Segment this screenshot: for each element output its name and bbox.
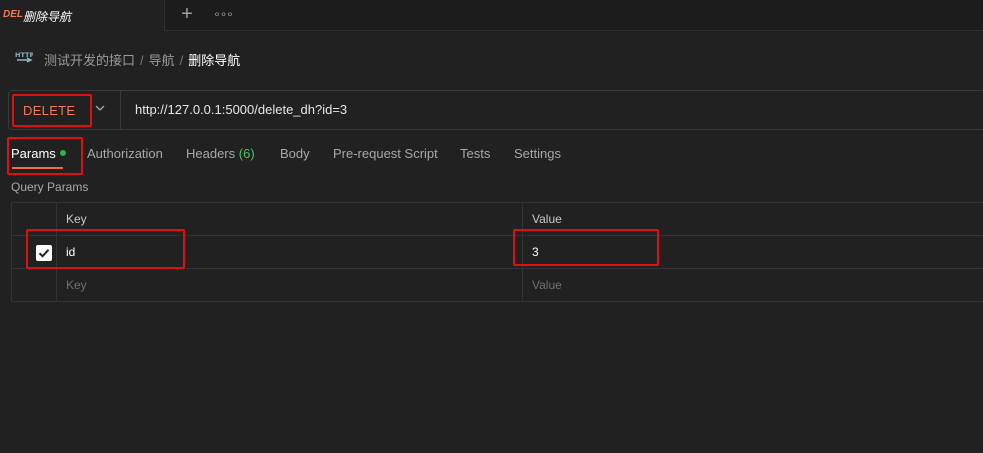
tab-title: 删除导航 xyxy=(23,10,72,24)
tab-tests[interactable]: Tests xyxy=(460,146,490,161)
tab-headers-label: Headers xyxy=(186,146,236,161)
request-tab-bar: DEL 删除导航 + ∘∘∘ xyxy=(0,0,983,31)
breadcrumb-collection[interactable]: 测试开发的接口 xyxy=(44,53,135,68)
tab-params[interactable]: Params xyxy=(11,146,66,161)
value-column-header: Value xyxy=(532,212,562,226)
svg-text:HTTP: HTTP xyxy=(15,51,33,59)
breadcrumb-current[interactable]: 删除导航 xyxy=(188,53,240,68)
breadcrumb: 测试开发的接口 / 导航 / 删除导航 xyxy=(44,50,240,68)
new-value-input[interactable]: Value xyxy=(532,278,562,292)
http-icon: HTTP xyxy=(15,51,33,63)
headers-count: (6) xyxy=(238,146,255,161)
method-select[interactable]: DELETE xyxy=(9,91,121,129)
tab-body[interactable]: Body xyxy=(280,146,310,161)
params-active-dot xyxy=(59,150,66,156)
request-section-tabs: Params Authorization Headers (6) Body Pr… xyxy=(0,142,983,172)
column-divider xyxy=(522,203,523,302)
column-divider xyxy=(56,203,57,302)
param-value-input[interactable]: 3 xyxy=(532,245,539,259)
new-tab-button[interactable]: + xyxy=(177,4,197,24)
param-key-input[interactable]: id xyxy=(66,245,75,259)
request-tab[interactable]: DEL 删除导航 xyxy=(0,0,165,31)
chevron-down-icon xyxy=(95,105,105,111)
tab-headers[interactable]: Headers (6) xyxy=(186,146,255,161)
query-params-table: Key Value id 3 Key Value xyxy=(11,202,983,302)
query-params-label: Query Params xyxy=(11,180,89,194)
tab-prerequest-script[interactable]: Pre-request Script xyxy=(333,146,438,161)
active-tab-indicator xyxy=(12,167,63,169)
param-enabled-checkbox[interactable] xyxy=(36,245,52,261)
table-row-empty: Key Value xyxy=(12,269,983,302)
table-row: id 3 xyxy=(12,236,983,269)
breadcrumb-folder[interactable]: 导航 xyxy=(149,53,175,68)
tab-settings[interactable]: Settings xyxy=(514,146,561,161)
more-tabs-icon[interactable]: ∘∘∘ xyxy=(213,4,234,24)
tab-authorization[interactable]: Authorization xyxy=(87,146,163,161)
url-input[interactable]: http://127.0.0.1:5000/delete_dh?id=3 xyxy=(135,102,347,117)
key-column-header: Key xyxy=(66,212,87,226)
tab-method-badge: DEL xyxy=(3,9,23,20)
breadcrumb-separator: / xyxy=(140,53,144,68)
table-header-row: Key Value xyxy=(12,203,983,236)
check-icon xyxy=(38,249,50,258)
breadcrumb-separator: / xyxy=(179,53,184,68)
new-key-input[interactable]: Key xyxy=(66,278,87,292)
url-bar: DELETE http://127.0.0.1:5000/delete_dh?i… xyxy=(8,90,983,130)
method-label: DELETE xyxy=(23,103,76,118)
tab-params-label: Params xyxy=(11,146,56,161)
